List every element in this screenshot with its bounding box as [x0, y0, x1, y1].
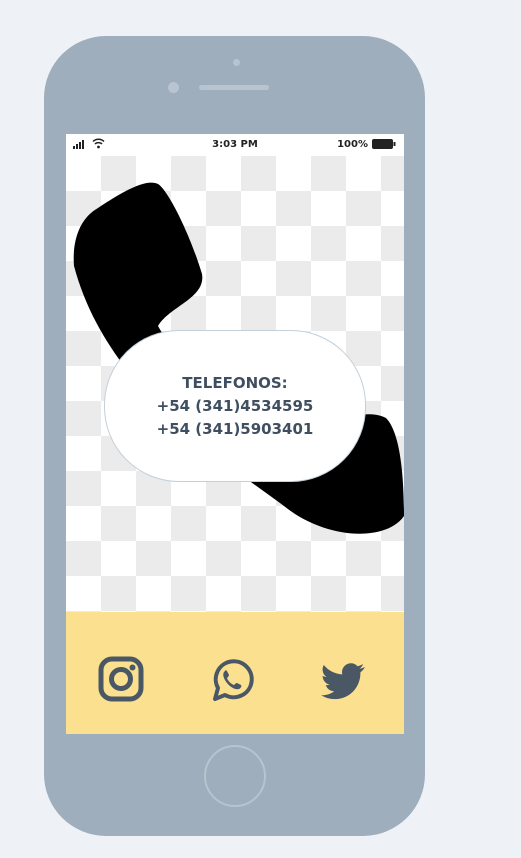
battery-percentage: 100%: [337, 139, 368, 150]
phone-number[interactable]: +54 (341)4534595: [157, 395, 314, 418]
front-sensor: [168, 82, 179, 93]
screen: 3:03 PM 100% TELEFONOS: +54 (341)4534595…: [66, 134, 404, 734]
status-bar: 3:03 PM 100%: [66, 134, 404, 156]
phones-heading: TELEFONOS:: [182, 373, 288, 392]
battery-icon: [372, 139, 396, 149]
phone-numbers-card: TELEFONOS: +54 (341)4534595 +54 (341)590…: [104, 330, 366, 482]
phone-frame: 3:03 PM 100% TELEFONOS: +54 (341)4534595…: [44, 36, 425, 836]
home-button[interactable]: [204, 745, 266, 807]
speaker-grille: [199, 85, 269, 90]
twitter-icon[interactable]: [321, 656, 369, 704]
camera-dot: [233, 59, 240, 66]
social-bar: [66, 612, 404, 734]
phone-number[interactable]: +54 (341)5903401: [157, 418, 314, 441]
instagram-icon[interactable]: [98, 656, 146, 704]
whatsapp-icon[interactable]: [208, 656, 256, 704]
